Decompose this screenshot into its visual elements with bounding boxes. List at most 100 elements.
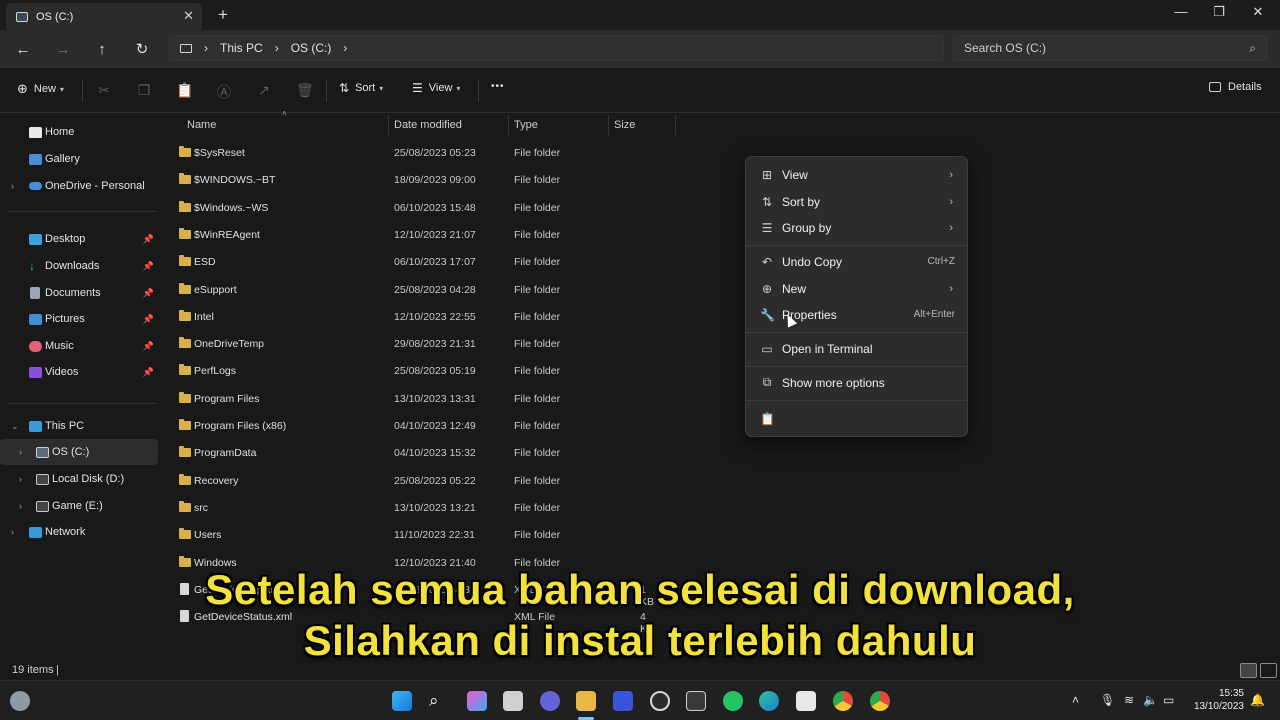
- edge-icon[interactable]: [759, 691, 779, 711]
- menu-item-paste[interactable]: 📋: [750, 405, 963, 432]
- table-row[interactable]: Users 11/10/2023 22:31 File folder: [170, 521, 590, 548]
- pin-icon[interactable]: 📌: [143, 261, 154, 272]
- chrome-icon[interactable]: [833, 691, 853, 711]
- sidebar-item-pictures[interactable]: Pictures 📌: [0, 306, 158, 332]
- chevron-right-icon[interactable]: ›: [343, 41, 347, 55]
- menu-item-group-by[interactable]: ☰ Group by ›: [750, 214, 963, 241]
- recorder-icon[interactable]: [650, 691, 670, 711]
- table-row[interactable]: Intel 12/10/2023 22:55 File folder: [170, 303, 590, 330]
- sidebar-item-music[interactable]: Music 📌: [0, 333, 158, 359]
- address-bar[interactable]: › This PC › OS (C:) ›: [169, 35, 944, 61]
- table-row[interactable]: $Windows.~WS 06/10/2023 15:48 File folder: [170, 194, 590, 221]
- sidebar-item-network[interactable]: › Network: [0, 519, 158, 545]
- table-row[interactable]: $SysReset 25/08/2023 05:23 File folder: [170, 139, 590, 166]
- menu-item-show-more-options[interactable]: ⧉ Show more options: [750, 369, 963, 396]
- search-icon[interactable]: ⌕: [429, 691, 449, 711]
- details-button[interactable]: Details: [1209, 81, 1262, 93]
- teams-icon[interactable]: [540, 691, 560, 711]
- view-button[interactable]: ☰ View ▾: [412, 81, 460, 95]
- start-icon[interactable]: [392, 691, 412, 711]
- table-row[interactable]: src 13/10/2023 13:21 File folder: [170, 494, 590, 521]
- table-row[interactable]: $WINDOWS.~BT 18/09/2023 09:00 File folder: [170, 166, 590, 193]
- breadcrumb-os-c[interactable]: OS (C:): [291, 41, 332, 55]
- sidebar-item-gallery[interactable]: Gallery: [0, 146, 158, 172]
- column-header-type[interactable]: Type: [514, 113, 538, 137]
- menu-item-sort-by[interactable]: ⇅ Sort by ›: [750, 188, 963, 215]
- table-row[interactable]: PerfLogs 25/08/2023 05:19 File folder: [170, 357, 590, 384]
- chevron-right-icon[interactable]: ›: [19, 501, 22, 511]
- table-row[interactable]: ProgramData 04/10/2023 15:32 File folder: [170, 439, 590, 466]
- refresh-icon[interactable]: ↻: [131, 38, 153, 60]
- copy-icon[interactable]: ❐: [136, 82, 152, 99]
- breadcrumb-this-pc[interactable]: This PC: [220, 41, 263, 55]
- sort-button[interactable]: ⇅ Sort ▾: [339, 81, 383, 95]
- notification-bell-icon[interactable]: 🔔: [1250, 693, 1265, 707]
- file-explorer-icon[interactable]: [576, 691, 596, 711]
- column-divider[interactable]: [608, 115, 609, 135]
- new-button[interactable]: ⊕ New ▾: [17, 81, 64, 97]
- maximize-button[interactable]: ❐: [1209, 4, 1229, 20]
- more-options-icon[interactable]: •••: [491, 81, 505, 92]
- sidebar-item-desktop[interactable]: Desktop 📌: [0, 226, 158, 252]
- sidebar-item-videos[interactable]: Videos 📌: [0, 359, 158, 385]
- pin-icon[interactable]: 📌: [143, 367, 154, 378]
- chrome-profile-icon[interactable]: [870, 691, 890, 711]
- column-header-name[interactable]: Name: [187, 113, 216, 137]
- column-divider[interactable]: [675, 115, 676, 135]
- chevron-up-icon[interactable]: ˄: [1072, 693, 1079, 707]
- close-tab-icon[interactable]: ✕: [183, 8, 194, 24]
- volume-icon[interactable]: 🔈: [1143, 693, 1158, 707]
- table-row[interactable]: $WinREAgent 12/10/2023 21:07 File folder: [170, 221, 590, 248]
- sidebar-item-this-pc[interactable]: ⌄ This PC: [0, 413, 158, 439]
- sidebar-item-home[interactable]: Home: [0, 119, 158, 145]
- share-icon[interactable]: ↗: [256, 82, 272, 99]
- minimize-button[interactable]: —: [1171, 4, 1191, 19]
- editor-icon[interactable]: [613, 691, 633, 711]
- clock[interactable]: 15:35 13/10/2023: [1194, 687, 1244, 713]
- tiles-view-icon[interactable]: [1260, 663, 1277, 678]
- cut-icon[interactable]: ✂: [96, 82, 112, 99]
- weather-icon[interactable]: [10, 691, 30, 711]
- menu-item-properties[interactable]: 🔧 Properties Alt+Enter: [750, 301, 963, 328]
- column-divider[interactable]: [388, 115, 389, 135]
- app-icon[interactable]: [686, 691, 706, 711]
- column-divider[interactable]: [508, 115, 509, 135]
- copilot-icon[interactable]: [467, 691, 487, 711]
- new-tab-button[interactable]: +: [218, 5, 228, 25]
- pin-icon[interactable]: 📌: [143, 288, 154, 299]
- table-row[interactable]: OneDriveTemp 29/08/2023 21:31 File folder: [170, 330, 590, 357]
- details-view-icon[interactable]: [1240, 663, 1257, 678]
- chevron-right-icon[interactable]: ›: [19, 447, 22, 457]
- sidebar-item-local-disk-d[interactable]: › Local Disk (D:): [0, 466, 158, 492]
- column-header-size[interactable]: Size: [614, 113, 635, 137]
- sidebar-item-documents[interactable]: Documents 📌: [0, 280, 158, 306]
- menu-item-new[interactable]: ⊕ New ›: [750, 275, 963, 302]
- store-icon[interactable]: [796, 691, 816, 711]
- chevron-down-icon[interactable]: ⌄: [11, 421, 19, 432]
- menu-item-view[interactable]: ⊞ View ›: [750, 161, 963, 188]
- table-row[interactable]: ESD 06/10/2023 17:07 File folder: [170, 248, 590, 275]
- sidebar-item-game-e[interactable]: › Game (E:): [0, 493, 158, 519]
- wifi-icon[interactable]: ≋: [1124, 693, 1134, 707]
- rename-icon[interactable]: Ⓐ: [216, 82, 232, 102]
- battery-icon[interactable]: ▭: [1163, 693, 1174, 707]
- task-view-icon[interactable]: [503, 691, 523, 711]
- microphone-icon[interactable]: 🎙: [1100, 693, 1115, 707]
- sidebar-item-downloads[interactable]: ↓ Downloads 📌: [0, 253, 158, 279]
- forward-arrow-icon[interactable]: →: [52, 38, 74, 60]
- table-row[interactable]: Program Files 13/10/2023 13:31 File folder: [170, 385, 590, 412]
- table-row[interactable]: Recovery 25/08/2023 05:22 File folder: [170, 467, 590, 494]
- menu-item-open-terminal[interactable]: ▭ Open in Terminal: [750, 335, 963, 362]
- table-row[interactable]: Program Files (x86) 04/10/2023 12:49 File …: [170, 412, 590, 439]
- menu-item-undo-copy[interactable]: ↶ Undo Copy Ctrl+Z: [750, 248, 963, 275]
- paste-icon[interactable]: 📋: [176, 82, 193, 99]
- pin-icon[interactable]: 📌: [143, 234, 154, 245]
- close-window-button[interactable]: ✕: [1248, 4, 1268, 20]
- chevron-right-icon[interactable]: ›: [11, 527, 14, 537]
- delete-icon[interactable]: 🗑: [296, 82, 314, 99]
- chevron-right-icon[interactable]: ›: [19, 474, 22, 484]
- whatsapp-icon[interactable]: [723, 691, 743, 711]
- sidebar-item-os-c[interactable]: › OS (C:): [0, 439, 158, 465]
- chevron-right-icon[interactable]: ›: [11, 181, 14, 191]
- pin-icon[interactable]: 📌: [143, 341, 154, 352]
